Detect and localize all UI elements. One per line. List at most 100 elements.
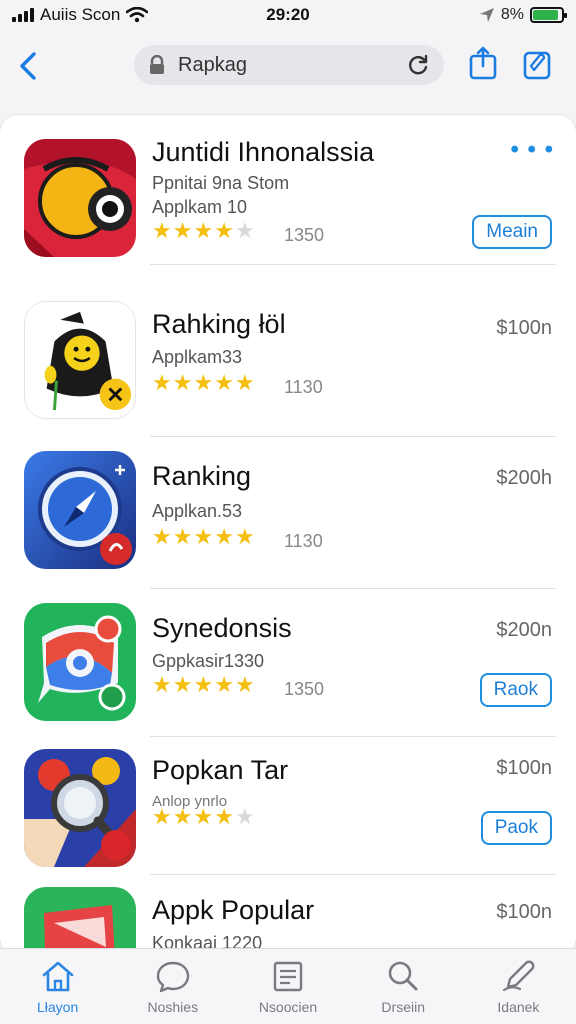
address-text: Rapkag	[178, 53, 247, 76]
star-rating: ★ ★ ★ ★ ★	[152, 807, 255, 829]
divider	[150, 264, 556, 265]
tab-label: Idanek	[497, 999, 540, 1015]
star-icon: ★	[234, 371, 255, 396]
star-icon: ★	[172, 673, 193, 698]
tabs-button[interactable]	[522, 46, 554, 80]
star-icon: ★	[152, 673, 172, 698]
app-title: Rahking łöl	[152, 309, 286, 339]
star-icon: ★	[214, 673, 234, 698]
tab-bar: Lłayon Noshies Nsoocien Drseiin Idanek	[0, 948, 576, 1024]
list-item[interactable]: Rahking łöl Applkam33 ★ ★ ★ ★ ★ 1130 $100n	[0, 287, 576, 437]
app-price: $200h	[496, 467, 552, 489]
back-button[interactable]	[14, 48, 44, 84]
address-bar[interactable]: Rapkag	[134, 45, 444, 85]
list-item[interactable]: Synedonsis Gppkasir1330 ★ ★ ★ ★ ★ 1350 $200n…	[0, 589, 576, 737]
rating-count: 1130	[284, 531, 323, 551]
star-icon: ★	[152, 525, 172, 550]
map-app-icon[interactable]	[24, 887, 136, 955]
chat-bubble-icon	[156, 961, 189, 993]
battery-icon	[530, 7, 567, 23]
app-action-button[interactable]: Meain	[472, 215, 552, 249]
app-category: Applkan.53	[152, 501, 243, 521]
star-icon: ★	[193, 219, 214, 244]
star-rating: ★ ★ ★ ★ ★	[152, 373, 255, 395]
star-icon: ★	[234, 673, 255, 698]
tab-label: Lłayon	[36, 999, 79, 1015]
tab-messages[interactable]: Noshies	[115, 949, 230, 1024]
magnifier-app-icon[interactable]	[24, 749, 136, 867]
lock-icon	[150, 55, 164, 74]
app-title: Juntidi Ihnonalssia	[152, 137, 375, 167]
pen-icon	[503, 960, 535, 992]
status-bar: Auiis Scon 29:20 8%	[0, 0, 576, 30]
tab-label: Drseiin	[381, 999, 425, 1015]
app-category: Applkam 10	[152, 197, 248, 217]
rating-count: 1350	[284, 679, 325, 699]
battery-percent: 8%	[500, 6, 524, 23]
star-icon: ★	[172, 525, 193, 550]
status-left: Auiis Scon	[12, 5, 149, 25]
tab-notes[interactable]: Nsoocien	[230, 949, 345, 1024]
app-subtitle: Ppnitai 9na Stom	[152, 173, 290, 193]
star-icon: ★	[234, 219, 255, 244]
list-item[interactable]: Popkan Tar Anlop ynrlo ★ ★ ★ ★ ★ $100n Paok	[0, 737, 576, 875]
location-arrow-icon	[479, 8, 494, 22]
more-options-button[interactable]: • • •	[510, 138, 554, 162]
star-rating: ★ ★ ★ ★ ★	[152, 221, 255, 243]
share-button[interactable]	[468, 46, 498, 80]
app-title: Popkan Tar	[152, 755, 289, 785]
list-item[interactable]: Juntidi Ihnonalssia Ppnitai 9na Stom App…	[0, 115, 576, 265]
app-price: $100n	[496, 901, 552, 923]
reload-icon[interactable]	[406, 53, 430, 77]
tab-edit[interactable]: Idanek	[461, 949, 576, 1024]
list-item[interactable]: Appk Popular Konkaai 1220 $100n	[0, 875, 576, 955]
app-title: Appk Popular	[152, 895, 315, 925]
status-time: 29:20	[266, 5, 310, 24]
star-icon: ★	[214, 219, 234, 244]
app-title: Synedonsis	[152, 613, 292, 643]
home-icon	[42, 961, 73, 992]
star-icon: ★	[193, 525, 214, 550]
star-icon: ★	[234, 525, 255, 550]
app-action-button[interactable]: Paok	[480, 811, 552, 845]
carrier-label: Auiis Scon	[40, 5, 121, 24]
chevron-left-icon	[20, 52, 36, 80]
signal-icon	[12, 8, 34, 22]
star-rating: ★ ★ ★ ★ ★	[152, 527, 255, 549]
star-rating: ★ ★ ★ ★ ★	[152, 675, 255, 697]
star-icon: ★	[234, 805, 255, 830]
app-price: $100n	[496, 757, 552, 779]
browser-toolbar: Rapkag	[0, 38, 576, 94]
camera-app-icon[interactable]	[24, 139, 136, 257]
app-category: Applkam33	[152, 347, 243, 367]
tab-home[interactable]: Lłayon	[0, 949, 115, 1024]
rating-count: 1130	[284, 377, 323, 397]
character-app-icon[interactable]	[24, 301, 136, 419]
rating-count: 1350	[284, 225, 325, 245]
star-icon: ★	[172, 219, 193, 244]
star-icon: ★	[152, 219, 172, 244]
app-ranking-list: Juntidi Ihnonalssia Ppnitai 9na Stom App…	[0, 115, 576, 955]
tab-label: Nsoocien	[258, 999, 318, 1015]
share-icon	[469, 46, 497, 80]
app-price: $100n	[496, 317, 552, 339]
app-title: Ranking	[152, 461, 252, 491]
notes-icon	[273, 961, 303, 992]
tab-label: Noshies	[147, 999, 199, 1015]
star-icon: ★	[214, 525, 234, 550]
app-action-button[interactable]: Raok	[479, 673, 552, 707]
star-icon: ★	[152, 805, 172, 830]
star-icon: ★	[193, 371, 214, 396]
star-icon: ★	[193, 673, 214, 698]
tab-search[interactable]: Drseiin	[346, 949, 461, 1024]
compass-app-icon[interactable]	[24, 451, 136, 569]
star-icon: ★	[214, 371, 234, 396]
tabs-icon	[523, 51, 551, 80]
star-icon: ★	[214, 805, 234, 830]
wifi-icon	[126, 7, 149, 23]
status-right: 8%	[479, 6, 567, 24]
star-icon: ★	[193, 805, 214, 830]
star-icon: ★	[172, 371, 193, 396]
list-item[interactable]: Ranking Applkan.53 ★ ★ ★ ★ ★ 1130 $200h	[0, 437, 576, 589]
chat-app-icon[interactable]	[24, 603, 136, 721]
